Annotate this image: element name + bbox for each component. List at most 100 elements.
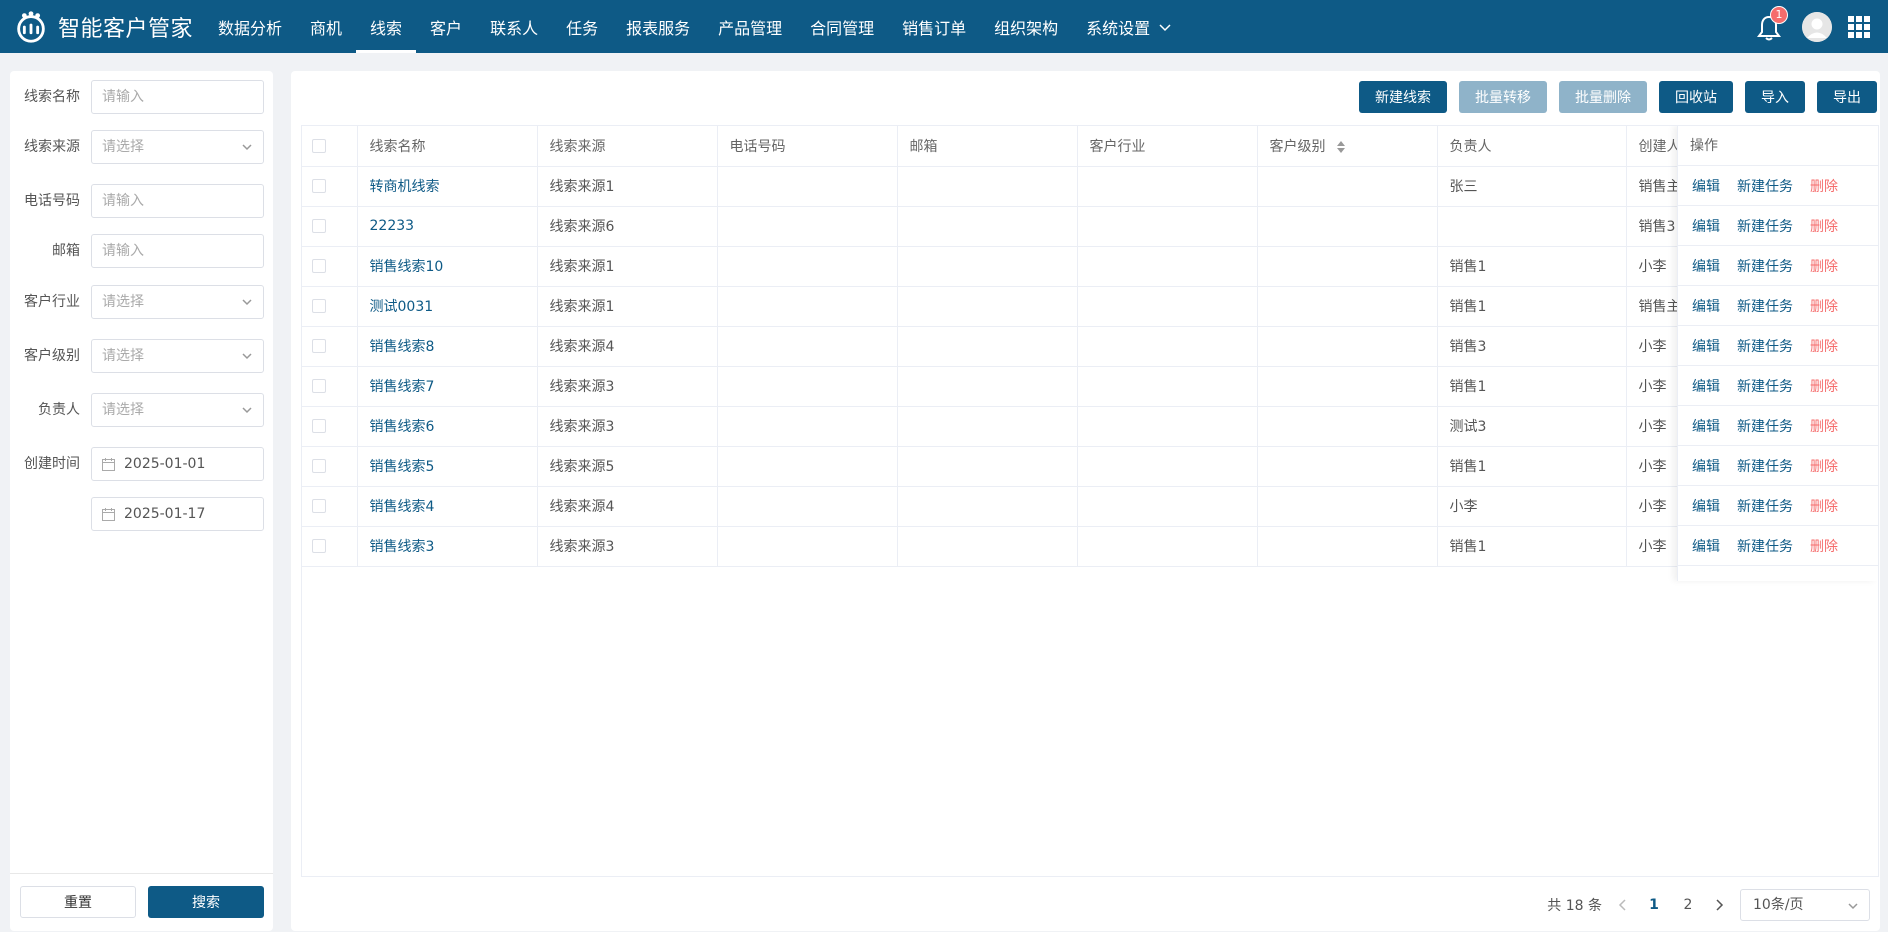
new-task-link[interactable]: 新建任务 [1737,336,1793,356]
nav-item[interactable]: 线索 [356,0,417,53]
row-checkbox[interactable] [312,259,326,273]
batch-delete-button[interactable]: 批量删除 [1559,81,1647,113]
column-header-label: 客户级别 [1269,138,1326,155]
new-task-link[interactable]: 新建任务 [1737,376,1793,396]
avatar[interactable] [1802,11,1832,42]
created-start-date[interactable]: 2025-01-01 [91,447,264,481]
owner-select[interactable]: 请选择 [91,393,264,427]
row-checkbox[interactable] [312,339,326,353]
table-cell: 测试0031 [357,286,538,327]
lead-name-link[interactable]: 测试0031 [370,299,434,315]
select-all-checkbox[interactable] [312,138,326,153]
nav-item[interactable]: 客户 [416,0,476,53]
edit-link[interactable]: 编辑 [1692,256,1720,276]
chevron-right-icon[interactable] [1712,898,1726,912]
lead-name-link[interactable]: 销售线索6 [370,419,435,435]
new-lead-button[interactable]: 新建线索 [1359,81,1447,113]
email-input[interactable]: 请输入 [91,234,264,268]
row-checkbox[interactable] [312,459,326,473]
delete-link[interactable]: 删除 [1810,496,1838,516]
new-task-link[interactable]: 新建任务 [1737,456,1793,476]
lead-name-link[interactable]: 销售线索5 [370,459,435,475]
lead-name-link[interactable]: 销售线索3 [370,539,435,555]
industry-select[interactable]: 请选择 [91,285,264,319]
chevron-left-icon[interactable] [1616,898,1630,912]
delete-link[interactable]: 删除 [1810,256,1838,276]
table-cell: 销售1 [1437,526,1627,567]
column-header-sortable[interactable]: 客户级别 [1257,126,1438,167]
table-cell: 线索来源1 [537,286,718,327]
lead-name-link[interactable]: 销售线索7 [370,379,435,395]
delete-link[interactable]: 删除 [1810,176,1838,196]
brand[interactable]: 智能客户管家 [12,0,193,53]
delete-link[interactable]: 删除 [1810,216,1838,236]
page-number[interactable]: 2 [1678,897,1698,913]
edit-link[interactable]: 编辑 [1692,376,1720,396]
new-task-link[interactable]: 新建任务 [1737,536,1793,556]
level-select[interactable]: 请选择 [91,339,264,373]
edit-link[interactable]: 编辑 [1692,336,1720,356]
nav-item[interactable]: 任务 [552,0,612,53]
row-checkbox[interactable] [312,219,326,233]
lead-name-link[interactable]: 转商机线索 [370,179,440,195]
export-button[interactable]: 导出 [1817,81,1877,113]
lead-name-link[interactable]: 22233 [370,218,415,234]
new-task-link[interactable]: 新建任务 [1737,296,1793,316]
page-number[interactable]: 1 [1644,897,1664,913]
delete-link[interactable]: 删除 [1810,296,1838,316]
notification-button[interactable]: 1 [1756,5,1788,42]
page-size-select[interactable]: 10条/页 [1740,889,1870,921]
reset-button[interactable]: 重置 [20,886,136,918]
delete-link[interactable]: 删除 [1810,416,1838,436]
new-task-link[interactable]: 新建任务 [1737,176,1793,196]
lead-source-select[interactable]: 请选择 [91,130,264,164]
lead-name-input[interactable]: 请输入 [91,80,264,114]
recycle-bin-button[interactable]: 回收站 [1659,81,1733,113]
new-task-link[interactable]: 新建任务 [1737,216,1793,236]
table-cell [1257,286,1438,327]
nav-item[interactable]: 销售订单 [888,0,980,53]
new-task-link[interactable]: 新建任务 [1737,416,1793,436]
row-checkbox[interactable] [312,299,326,313]
import-button[interactable]: 导入 [1745,81,1805,113]
nav-item[interactable]: 报表服务 [612,0,704,53]
edit-link[interactable]: 编辑 [1692,496,1720,516]
nav-item[interactable]: 组织架构 [980,0,1072,53]
nav-item[interactable]: 系统设置 [1072,0,1186,53]
lead-name-link[interactable]: 销售线索4 [370,499,435,515]
delete-link[interactable]: 删除 [1810,456,1838,476]
lead-name-link[interactable]: 销售线索10 [370,259,444,275]
row-checkbox[interactable] [312,179,326,193]
row-checkbox[interactable] [312,539,326,553]
row-checkbox[interactable] [312,379,326,393]
nav-item[interactable]: 联系人 [476,0,552,53]
delete-link[interactable]: 删除 [1810,376,1838,396]
table-cell: 销售线索10 [357,246,538,287]
search-button[interactable]: 搜索 [148,886,264,918]
created-end-date[interactable]: 2025-01-17 [91,497,264,531]
nav-item[interactable]: 商机 [296,0,356,53]
nav-item[interactable]: 产品管理 [704,0,796,53]
new-task-link[interactable]: 新建任务 [1737,496,1793,516]
row-checkbox[interactable] [312,499,326,513]
nav-item[interactable]: 数据分析 [204,0,296,53]
delete-link[interactable]: 删除 [1810,536,1838,556]
batch-transfer-button[interactable]: 批量转移 [1459,81,1547,113]
table-cell [1257,366,1438,407]
edit-link[interactable]: 编辑 [1692,536,1720,556]
sort-icon[interactable] [1336,140,1346,153]
edit-link[interactable]: 编辑 [1692,416,1720,436]
table-row: 销售线索7 线索来源3 销售1 小李 [302,366,1680,407]
edit-link[interactable]: 编辑 [1692,296,1720,316]
nav-item[interactable]: 合同管理 [796,0,888,53]
edit-link[interactable]: 编辑 [1692,176,1720,196]
apps-grid-icon[interactable] [1848,15,1870,38]
edit-link[interactable]: 编辑 [1692,456,1720,476]
delete-link[interactable]: 删除 [1810,336,1838,356]
edit-link[interactable]: 编辑 [1692,216,1720,236]
phone-input[interactable]: 请输入 [91,184,264,218]
row-checkbox[interactable] [312,419,326,433]
filter-created-end: 2025-01-17 [10,497,273,531]
new-task-link[interactable]: 新建任务 [1737,256,1793,276]
lead-name-link[interactable]: 销售线索8 [370,339,435,355]
